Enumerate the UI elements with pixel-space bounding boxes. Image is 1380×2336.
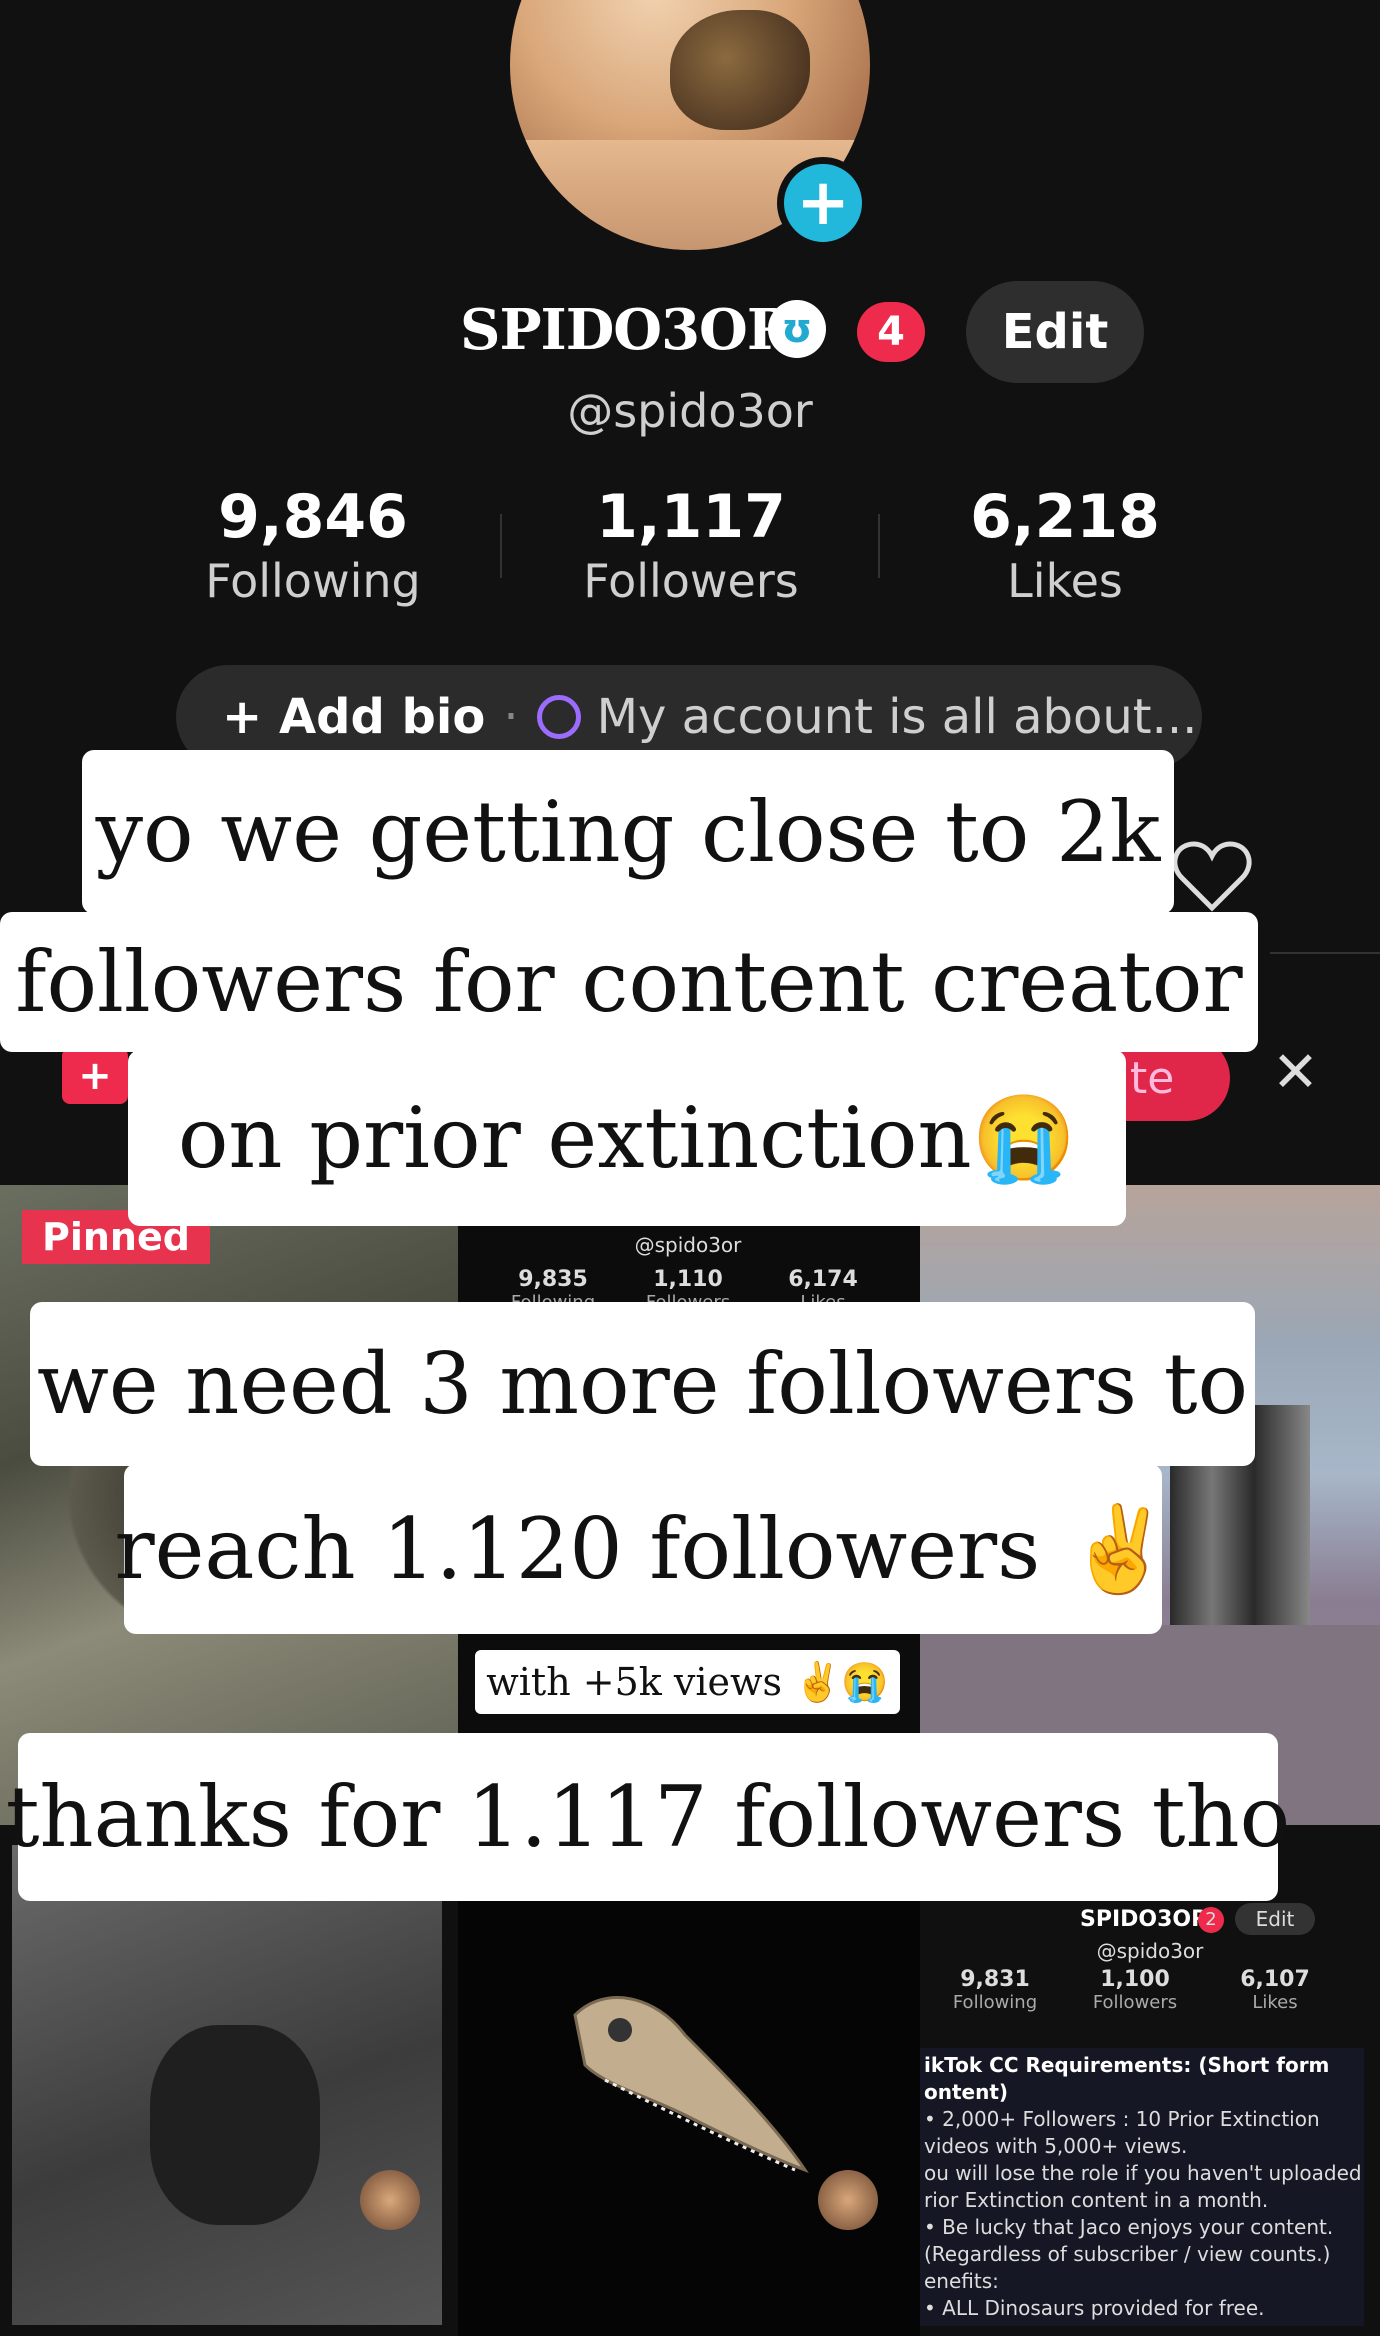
- req-title-2: ontent): [924, 2080, 1009, 2104]
- tile6-stat-followers: 1,100 Followers: [1080, 1967, 1190, 2013]
- stat-divider: [500, 514, 502, 578]
- add-plus-button[interactable]: +: [62, 1048, 128, 1104]
- close-icon[interactable]: ✕: [1272, 1040, 1319, 1105]
- bio-placeholder: My account is all about...: [596, 689, 1198, 745]
- stat-following-label: Following: [205, 554, 421, 608]
- tile6-stat-value: 9,831: [960, 1967, 1030, 1992]
- cc-requirements-text: ikTok CC Requirements: (Short form onten…: [920, 2048, 1364, 2326]
- stat-likes-value: 6,218: [970, 482, 1160, 552]
- tile6-stat-label: Following: [952, 1992, 1038, 2013]
- stat-likes[interactable]: 6,218 Likes: [900, 482, 1230, 608]
- heart-icon[interactable]: [1172, 840, 1252, 912]
- stat-likes-label: Likes: [1007, 554, 1123, 608]
- edit-profile-button[interactable]: Edit: [966, 281, 1144, 383]
- caption-line-2: followers for content creator: [0, 912, 1258, 1052]
- add-avatar-plus-icon[interactable]: +: [777, 157, 869, 249]
- caption-line-5: reach 1.120 followers ✌️: [114, 1464, 1172, 1634]
- tile2-stat-value: 6,174: [788, 1267, 858, 1292]
- tile2-handle: @spido3or: [634, 1233, 742, 1257]
- tile6-stat-likes: 6,107 Likes: [1220, 1967, 1330, 2013]
- req-title: ikTok CC Requirements: (Short form: [924, 2053, 1330, 2077]
- req-line: (Regardless of subscriber / view counts.…: [924, 2242, 1331, 2266]
- tile6-handle: @spido3or: [1096, 1939, 1204, 1963]
- tile6-stat-label: Likes: [1252, 1992, 1298, 2013]
- req-line: • ALL Dinosaurs provided for free.: [924, 2296, 1265, 2320]
- tile6-username: SPIDO3OR: [1080, 1907, 1209, 1932]
- notification-badge[interactable]: 4: [857, 302, 925, 362]
- stat-following-value: 9,846: [218, 482, 408, 552]
- stat-divider: [878, 514, 880, 578]
- tile6-stat-value: 6,107: [1240, 1967, 1310, 1992]
- verified-dropdown-icon[interactable]: ʊ: [768, 300, 826, 358]
- req-line: enefits:: [924, 2269, 999, 2293]
- req-line: ou will lose the role if you haven't upl…: [924, 2161, 1362, 2185]
- add-bio-label: Add bio: [278, 689, 486, 745]
- stat-followers[interactable]: 1,117 Followers: [526, 482, 856, 608]
- dinosaur-skull-image: [573, 1996, 809, 2174]
- stat-followers-label: Followers: [583, 554, 799, 608]
- smiley-icon: [536, 695, 581, 739]
- caption-line-4: we need 3 more followers to: [30, 1302, 1255, 1466]
- divider-line: [1270, 952, 1380, 954]
- req-line: • 2,000+ Followers : 10 Prior Extinction: [924, 2107, 1320, 2131]
- separator-dot: ·: [503, 689, 519, 745]
- tile-avatar: [360, 2170, 420, 2230]
- tile6-stat-value: 1,100: [1100, 1967, 1170, 1992]
- stat-followers-value: 1,117: [596, 482, 786, 552]
- add-bio-plus-icon: +: [222, 689, 279, 745]
- req-line: videos with 5,000+ views.: [924, 2134, 1188, 2158]
- tile6-edit-button: Edit: [1235, 1903, 1315, 1935]
- tile6-stat-following: 9,831 Following: [940, 1967, 1050, 2013]
- caption-line-1: yo we getting close to 2k: [82, 750, 1174, 914]
- tile2-stat-value: 1,110: [653, 1267, 723, 1292]
- tile-avatar: [818, 2170, 878, 2230]
- req-line: • Be lucky that Jaco enjoys your content…: [924, 2215, 1334, 2239]
- req-line: rior Extinction content in a month.: [924, 2188, 1269, 2212]
- video-tile-4[interactable]: [0, 1825, 458, 2336]
- caption-line-3: on prior extinction😭: [128, 1050, 1126, 1226]
- profile-handle: @spido3or: [567, 384, 813, 438]
- stat-following[interactable]: 9,846 Following: [148, 482, 478, 608]
- tile2-stat-value: 9,835: [518, 1267, 588, 1292]
- tile6-notif-badge: 2: [1198, 1907, 1224, 1933]
- tile-dinosaur-figure: [150, 2025, 320, 2225]
- caption-line-6: thanks for 1.117 followers tho: [6, 1733, 1290, 1901]
- tile2-caption: with +5k views ✌️😭: [475, 1650, 900, 1714]
- avatar-dinosaur: [670, 10, 810, 130]
- profile-username: SPIDO3OR: [460, 297, 793, 363]
- tile6-stat-label: Followers: [1092, 1992, 1178, 2013]
